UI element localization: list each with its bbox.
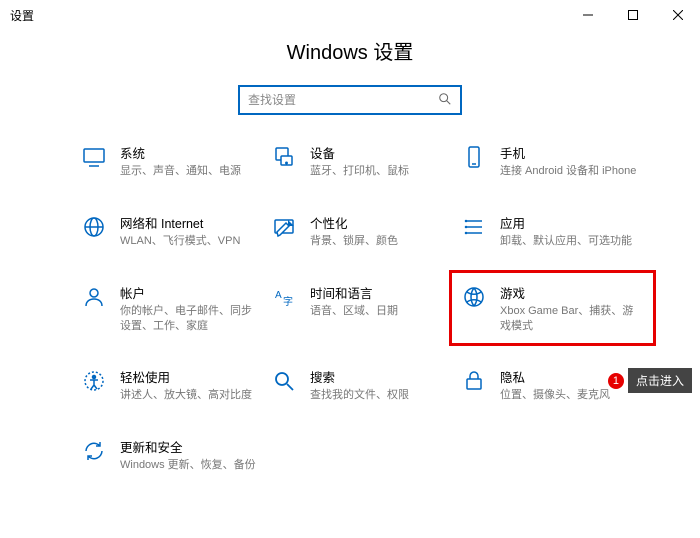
setting-system[interactable]: 系统 显示、声音、通知、电源: [80, 143, 265, 179]
network-icon: [80, 213, 108, 241]
personalization-icon: [270, 213, 298, 241]
item-desc: 语音、区域、日期: [310, 304, 398, 319]
search-wrap: [0, 85, 700, 115]
minimize-button[interactable]: [565, 0, 610, 30]
item-desc: WLAN、飞行模式、VPN: [120, 234, 240, 249]
item-title: 手机: [500, 143, 636, 162]
annotation-callout: 1 点击进入: [608, 368, 692, 393]
setting-phone[interactable]: 手机 连接 Android 设备和 iPhone: [460, 143, 645, 179]
search-box[interactable]: [238, 85, 462, 115]
item-title: 隐私: [500, 367, 610, 386]
setting-personalization[interactable]: 个性化 背景、锁屏、颜色: [270, 213, 455, 249]
item-desc: Xbox Game Bar、捕获、游戏模式: [500, 304, 640, 334]
close-button[interactable]: [655, 0, 700, 30]
devices-icon: [270, 143, 298, 171]
item-title: 网络和 Internet: [120, 213, 240, 232]
item-desc: 讲述人、放大镜、高对比度: [120, 388, 252, 403]
item-desc: 显示、声音、通知、电源: [120, 164, 241, 179]
item-title: 设备: [310, 143, 409, 162]
window-title: 设置: [10, 7, 34, 24]
privacy-icon: [460, 367, 488, 395]
setting-ease-of-access[interactable]: 轻松使用 讲述人、放大镜、高对比度: [80, 367, 265, 403]
item-desc: 查找我的文件、权限: [310, 388, 409, 403]
item-title: 个性化: [310, 213, 398, 232]
ease-icon: [80, 367, 108, 395]
accounts-icon: [80, 283, 108, 311]
item-title: 应用: [500, 213, 632, 232]
setting-apps[interactable]: 应用 卸载、默认应用、可选功能: [460, 213, 645, 249]
svg-text:A: A: [275, 290, 282, 301]
titlebar: 设置: [0, 0, 700, 30]
search-input[interactable]: [248, 93, 438, 107]
close-icon: [673, 10, 683, 20]
setting-devices[interactable]: 设备 蓝牙、打印机、鼠标: [270, 143, 455, 179]
item-desc: 背景、锁屏、颜色: [310, 234, 398, 249]
maximize-button[interactable]: [610, 0, 655, 30]
setting-accounts[interactable]: 帐户 你的帐户、电子邮件、同步设置、工作、家庭: [80, 283, 265, 334]
page-title: Windows 设置: [0, 36, 700, 65]
item-title: 搜索: [310, 367, 409, 386]
item-title: 时间和语言: [310, 283, 398, 302]
item-title: 轻松使用: [120, 367, 252, 386]
setting-search[interactable]: 搜索 查找我的文件、权限: [270, 367, 455, 403]
minimize-icon: [583, 10, 593, 20]
setting-time-language[interactable]: A字 时间和语言 语音、区域、日期: [270, 283, 455, 334]
item-desc: Windows 更新、恢复、备份: [120, 458, 256, 473]
apps-icon: [460, 213, 488, 241]
item-title: 帐户: [120, 283, 260, 302]
window-controls: [565, 0, 700, 30]
item-desc: 卸载、默认应用、可选功能: [500, 234, 632, 249]
item-title: 更新和安全: [120, 437, 256, 456]
setting-gaming[interactable]: 游戏 Xbox Game Bar、捕获、游戏模式: [449, 270, 656, 347]
setting-network[interactable]: 网络和 Internet WLAN、飞行模式、VPN: [80, 213, 265, 249]
time-language-icon: A字: [270, 283, 298, 311]
maximize-icon: [628, 10, 638, 20]
annotation-text: 点击进入: [628, 368, 692, 393]
system-icon: [80, 143, 108, 171]
annotation-badge: 1: [608, 373, 624, 389]
svg-text:字: 字: [283, 295, 293, 308]
search-category-icon: [270, 367, 298, 395]
search-icon: [438, 92, 452, 109]
update-icon: [80, 437, 108, 465]
item-title: 游戏: [500, 283, 640, 302]
setting-update-security[interactable]: 更新和安全 Windows 更新、恢复、备份: [80, 437, 265, 473]
item-desc: 你的帐户、电子邮件、同步设置、工作、家庭: [120, 304, 260, 334]
phone-icon: [460, 143, 488, 171]
item-desc: 位置、摄像头、麦克风: [500, 388, 610, 403]
settings-grid: 系统 显示、声音、通知、电源 设备 蓝牙、打印机、鼠标 手机 连接 Androi…: [0, 143, 700, 473]
gaming-icon: [460, 283, 488, 311]
item-desc: 蓝牙、打印机、鼠标: [310, 164, 409, 179]
item-desc: 连接 Android 设备和 iPhone: [500, 164, 636, 179]
item-title: 系统: [120, 143, 241, 162]
